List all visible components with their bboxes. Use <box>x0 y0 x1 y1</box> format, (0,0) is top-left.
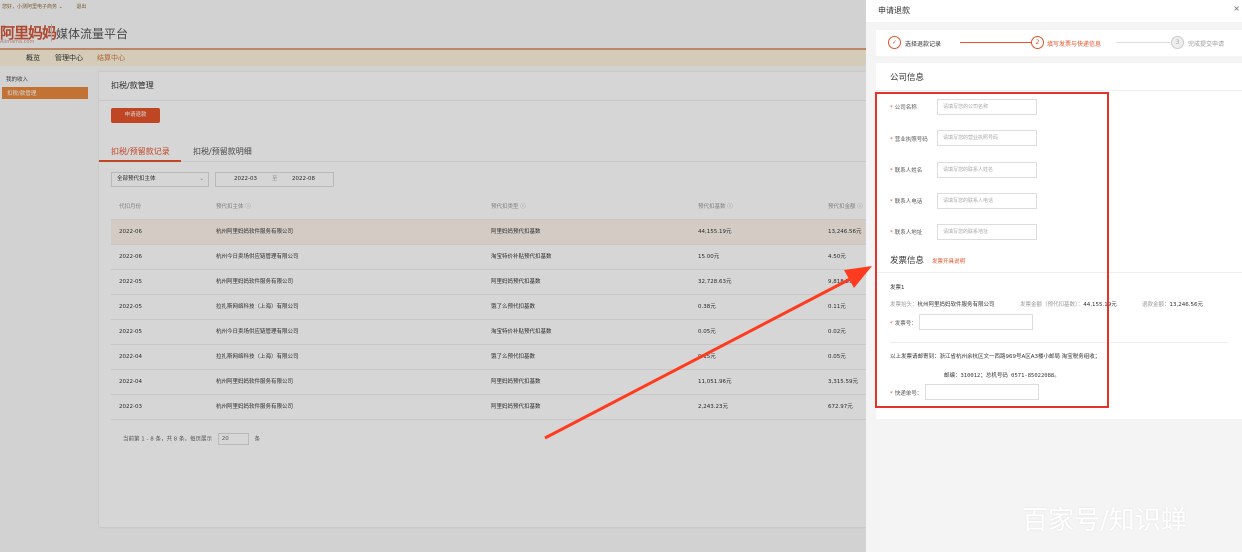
watermark-text: 百家号/知识蝉 <box>1022 506 1187 536</box>
step-connector <box>1116 42 1170 43</box>
drawer-header: 申请退款 × <box>866 0 1242 22</box>
close-icon[interactable]: × <box>1233 4 1240 13</box>
step-3-label: 完成提交申请 <box>1188 41 1225 48</box>
step-2-label: 填写发票与快递信息 <box>1047 41 1102 48</box>
step-3-number: 3 <box>1171 36 1184 49</box>
modal-overlay[interactable] <box>0 0 866 552</box>
step-1-check-icon: ✓ <box>888 36 901 49</box>
step-indicator: ✓ 选择退款记录 2 填写发票与快递信息 3 完成提交申请 <box>876 30 1242 56</box>
step-1-label: 选择退款记录 <box>905 41 942 48</box>
step-connector <box>960 42 1032 43</box>
company-section-title: 公司信息 <box>890 73 925 83</box>
divider <box>876 90 1242 91</box>
annotation-highlight-box <box>875 92 1109 408</box>
step-2-number: 2 <box>1031 36 1044 49</box>
drawer-title: 申请退款 <box>878 6 910 15</box>
refund-amount-info: 退款金额：13,246.56元 <box>1142 302 1204 308</box>
